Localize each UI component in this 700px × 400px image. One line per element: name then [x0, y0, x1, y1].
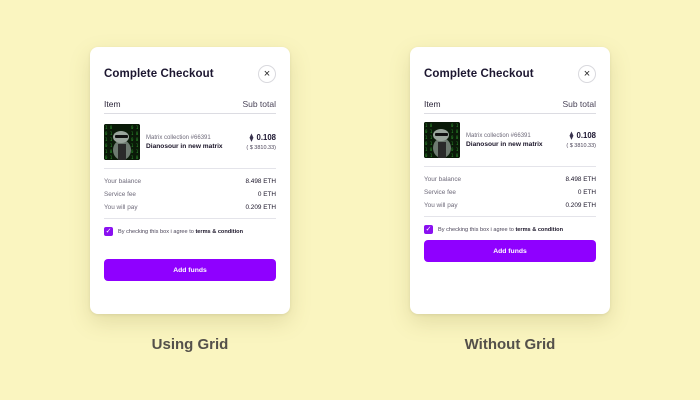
ethereum-icon: ⧫: [569, 131, 574, 140]
nft-thumbnail: 1 00 11 10 11 00 1 0 11 00 01 10 11 0: [104, 124, 140, 160]
svg-text:1 0: 1 0: [425, 147, 433, 152]
caption-using-grid: Using Grid: [151, 336, 229, 353]
summary-label: Your balance: [424, 176, 462, 183]
summary: Your balance 8.498 ETH Service fee 0 ETH…: [424, 167, 596, 217]
svg-text:0 1: 0 1: [425, 129, 433, 134]
svg-text:0 1: 0 1: [105, 143, 113, 148]
summary-row: Service fee 0 ETH: [424, 186, 596, 199]
item-price: ⧫ 0.108 ( $ 3810.33): [566, 131, 596, 149]
svg-text:1 0: 1 0: [451, 153, 459, 158]
svg-text:1 0: 1 0: [131, 131, 139, 136]
svg-text:0 1: 0 1: [131, 149, 139, 154]
terms-text: By checking this box i agree to terms & …: [438, 227, 563, 233]
terms-agreement: ✓ By checking this box i agree to terms …: [104, 227, 276, 236]
svg-text:1 1: 1 1: [451, 141, 459, 146]
add-funds-button[interactable]: Add funds: [424, 240, 596, 262]
checkmark-icon: ✓: [425, 226, 432, 233]
card-title: Complete Checkout: [424, 68, 534, 80]
summary-label: Service fee: [424, 189, 456, 196]
summary-row: You will pay 0.209 ETH: [104, 201, 276, 214]
terms-link[interactable]: terms & condition: [195, 229, 243, 235]
svg-text:0 1: 0 1: [425, 141, 433, 146]
summary-value: 8.498 ETH: [565, 176, 596, 183]
terms-checkbox[interactable]: ✓: [104, 227, 113, 236]
ethereum-icon: ⧫: [249, 133, 254, 142]
summary-row: Service fee 0 ETH: [104, 188, 276, 201]
collection-label: Matrix collection #66391: [146, 134, 211, 141]
svg-text:0 1: 0 1: [451, 123, 459, 128]
card-title: Complete Checkout: [104, 68, 214, 80]
svg-text:0 0: 0 0: [451, 135, 459, 140]
item-name: Dianosour in new matrix: [466, 140, 543, 148]
item-info: Matrix collection #66391 Dianosour in ne…: [466, 133, 566, 148]
svg-text:1 1: 1 1: [425, 135, 433, 140]
close-icon: ×: [263, 67, 271, 80]
summary-value: 0 ETH: [577, 189, 596, 196]
summary-row: You will pay 0.209 ETH: [424, 199, 596, 212]
card-header: Complete Checkout ×: [104, 59, 276, 89]
svg-text:0 0: 0 0: [131, 137, 139, 142]
summary-label: Service fee: [104, 191, 136, 198]
column-header: Item Sub total: [424, 99, 596, 114]
svg-text:1 1: 1 1: [131, 143, 139, 148]
item-row: 1 00 11 10 11 00 1 0 11 00 01 10 11 0 Ma…: [104, 114, 276, 169]
summary-value: 0.209 ETH: [565, 202, 596, 209]
item-name: Dianosour in new matrix: [146, 142, 223, 150]
collection-label: Matrix collection #66391: [466, 132, 531, 139]
svg-text:1 0: 1 0: [105, 125, 113, 130]
svg-text:1 0: 1 0: [131, 155, 139, 160]
usd-amount: ( $ 3810.33): [246, 145, 276, 151]
terms-text: By checking this box i agree to terms & …: [118, 229, 243, 235]
checkmark-icon: ✓: [105, 228, 112, 235]
summary-value: 0 ETH: [257, 191, 276, 198]
eth-amount: 0.108: [576, 131, 596, 140]
summary-label: You will pay: [424, 202, 458, 209]
checkout-card-grid: Complete Checkout × Item Sub total 1 00 …: [90, 47, 290, 314]
close-icon: ×: [583, 67, 591, 80]
svg-text:1 0: 1 0: [105, 149, 113, 154]
eth-price: ⧫ 0.108: [246, 133, 276, 142]
summary-value: 8.498 ETH: [245, 178, 276, 185]
nft-thumbnail: 1 00 11 10 11 00 1 0 11 00 01 10 11 0: [424, 122, 460, 158]
terms-checkbox[interactable]: ✓: [424, 225, 433, 234]
svg-text:1 0: 1 0: [451, 129, 459, 134]
terms-link[interactable]: terms & condition: [515, 227, 563, 233]
svg-text:0 1: 0 1: [105, 131, 113, 136]
svg-text:1 0: 1 0: [425, 123, 433, 128]
summary-value: 0.209 ETH: [245, 204, 276, 211]
card-header: Complete Checkout ×: [424, 59, 596, 89]
subtotal-column-label: Sub total: [562, 99, 596, 109]
summary-label: You will pay: [104, 204, 138, 211]
subtotal-column-label: Sub total: [242, 99, 276, 109]
summary-row: Your balance 8.498 ETH: [104, 175, 276, 188]
item-column-label: Item: [104, 99, 121, 109]
svg-text:0 1: 0 1: [131, 125, 139, 130]
svg-text:0 1: 0 1: [451, 147, 459, 152]
terms-agreement: ✓ By checking this box i agree to terms …: [424, 225, 596, 234]
add-funds-button[interactable]: Add funds: [104, 259, 276, 281]
terms-prefix: By checking this box i agree to: [118, 228, 194, 235]
close-button[interactable]: ×: [578, 65, 596, 83]
item-price: ⧫ 0.108 ( $ 3810.33): [246, 133, 276, 151]
caption-without-grid: Without Grid: [464, 336, 556, 353]
item-column-label: Item: [424, 99, 441, 109]
eth-price: ⧫ 0.108: [566, 131, 596, 140]
svg-text:0 1: 0 1: [425, 153, 433, 158]
terms-prefix: By checking this box i agree to: [438, 226, 514, 233]
summary-label: Your balance: [104, 178, 142, 185]
eth-amount: 0.108: [256, 133, 276, 142]
item-info: Matrix collection #66391 Dianosour in ne…: [146, 135, 246, 150]
svg-text:0 1: 0 1: [105, 155, 113, 160]
item-row: 1 00 11 10 11 00 1 0 11 00 01 10 11 0 Ma…: [424, 114, 596, 167]
checkout-card-no-grid: Complete Checkout × Item Sub total 1 00 …: [410, 47, 610, 314]
summary: Your balance 8.498 ETH Service fee 0 ETH…: [104, 169, 276, 219]
summary-row: Your balance 8.498 ETH: [424, 173, 596, 186]
close-button[interactable]: ×: [258, 65, 276, 83]
usd-amount: ( $ 3810.33): [566, 143, 596, 149]
column-header: Item Sub total: [104, 99, 276, 114]
svg-text:1 1: 1 1: [105, 137, 113, 142]
